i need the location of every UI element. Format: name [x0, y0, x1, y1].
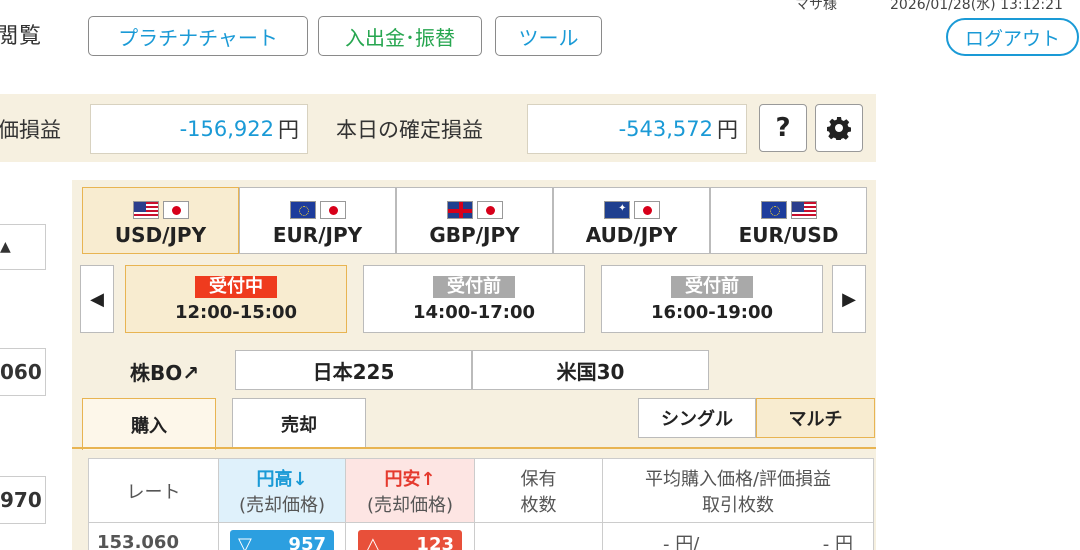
header-rate: レート: [88, 458, 219, 523]
triangle-down-icon: ▽: [238, 534, 252, 550]
next-slot-button[interactable]: ▶: [832, 265, 866, 333]
stock-us30-button[interactable]: 米国30: [472, 350, 709, 390]
tab-sell[interactable]: 売却: [232, 398, 366, 448]
jp-flag-icon: [476, 201, 503, 219]
sell-yen-strong-button[interactable]: ▽ 957: [230, 529, 334, 550]
us-flag-icon: [790, 201, 817, 219]
tools-button[interactable]: ツール: [495, 16, 602, 56]
eu-flag-icon: [760, 201, 787, 219]
stock-bo-link[interactable]: 株BO↗: [130, 357, 199, 386]
jp-flag-icon: [319, 201, 346, 219]
time-slot-1[interactable]: 受付中 12:00-15:00: [125, 265, 347, 333]
mode-multi-button[interactable]: マルチ: [756, 398, 875, 438]
left-rate-1: 060: [0, 348, 46, 396]
avg-price-cell: - 円/ - 円: [602, 522, 874, 550]
stock-nikkei225-button[interactable]: 日本225: [235, 350, 472, 390]
realized-pl-label: 本日の確定損益: [336, 118, 483, 142]
header-yen-weak: 円安↑ (売却価格): [345, 458, 475, 523]
left-rate-2: 970: [0, 476, 46, 524]
left-stub-button[interactable]: ▲: [0, 224, 46, 270]
time-slot-3[interactable]: 受付前 16:00-19:00: [601, 265, 823, 333]
header-yen-strong: 円高↓ (売却価格): [218, 458, 346, 523]
us-flag-icon: [132, 201, 159, 219]
gear-icon: [827, 117, 851, 140]
jp-flag-icon: [162, 201, 189, 219]
eu-flag-icon: [289, 201, 316, 219]
au-flag-icon: [603, 201, 630, 219]
header-holdings: 保有 枚数: [474, 458, 603, 523]
chevron-up-icon: ▲: [0, 239, 11, 255]
currency-tab-eurjpy[interactable]: EUR/JPY: [239, 187, 396, 254]
tab-buy[interactable]: 購入: [82, 398, 216, 450]
realized-pl-value: -543,572 円: [527, 104, 747, 154]
tab-underline: [72, 447, 876, 449]
logout-button[interactable]: ログアウト: [946, 18, 1079, 56]
currency-tab-usdjpy[interactable]: USD/JPY: [82, 187, 239, 254]
unrealized-pl-value: -156,922 円: [90, 104, 308, 154]
header-avg-price: 平均購入価格/評価損益 取引枚数: [602, 458, 874, 523]
holdings-cell: [474, 522, 603, 550]
platinum-chart-button[interactable]: プラチナチャート: [88, 16, 308, 56]
question-icon: ?: [775, 113, 791, 143]
mode-single-button[interactable]: シングル: [638, 398, 756, 438]
currency-tab-gbpjpy[interactable]: GBP/JPY: [396, 187, 553, 254]
yen-weak-cell: △ 123: [345, 522, 475, 550]
gb-flag-icon: [446, 201, 473, 219]
yen-strong-cell: ▽ 957: [218, 522, 346, 550]
rate-table: レート 円高↓ (売却価格) 円安↑ (売却価格) 保有 枚数 平均購入価格/評…: [88, 458, 874, 550]
triangle-up-icon: △: [366, 534, 380, 550]
currency-tab-eurusd[interactable]: EUR/USD: [710, 187, 867, 254]
deposit-transfer-button[interactable]: 入出金･振替: [318, 16, 482, 56]
time-slot-2[interactable]: 受付前 14:00-17:00: [363, 265, 585, 333]
page-title: 閲覧: [0, 24, 43, 49]
help-button[interactable]: ?: [759, 104, 807, 152]
settings-button[interactable]: [815, 104, 863, 152]
rate-value: 153.060: [88, 522, 219, 550]
sell-yen-weak-button[interactable]: △ 123: [358, 529, 462, 550]
jp-flag-icon: [633, 201, 660, 219]
table-row: 153.060 ▽ 957 △ 123 - 円/ - 円: [88, 522, 874, 550]
chevron-left-icon: ◀: [90, 288, 104, 310]
prev-slot-button[interactable]: ◀: [80, 265, 114, 333]
timestamp: 2026/01/28(水) 13:12:21: [890, 0, 1063, 13]
currency-tab-audjpy[interactable]: AUD/JPY: [553, 187, 710, 254]
user-name: マサ様: [795, 0, 837, 13]
chevron-right-icon: ▶: [842, 288, 856, 310]
unrealized-pl-label: 価損益: [0, 118, 61, 142]
